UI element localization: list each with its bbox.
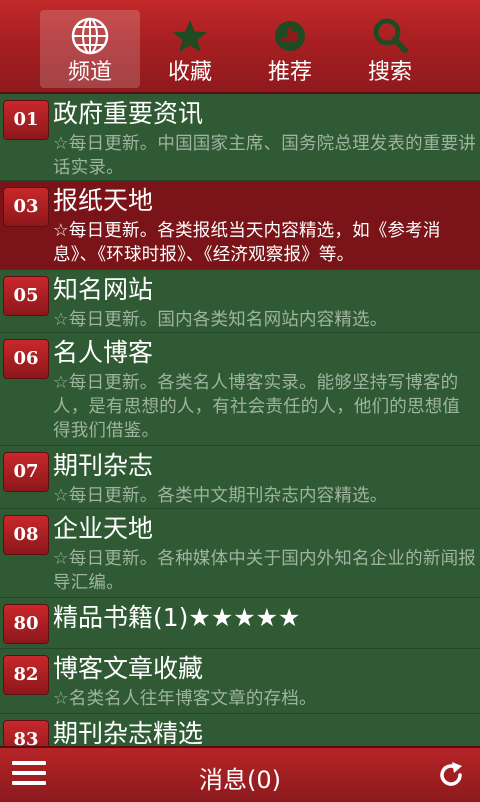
channel-number-badge: 03 [3, 187, 49, 227]
top-tab-bar: 频道 收藏 推荐 搜索 [0, 0, 480, 94]
channel-title: 期刊杂志 [53, 451, 154, 480]
bottom-bar: 消息(0) [0, 746, 480, 802]
channel-row-80[interactable]: 80 精品书籍(1)★★★★★ [0, 598, 480, 649]
channel-description: ☆每日更新。各类中文期刊杂志内容精选。 [53, 486, 388, 506]
channel-number-badge: 05 [3, 276, 49, 316]
channel-row-06[interactable]: 06 名人博客 ☆每日更新。各类名人博客实录。能够坚持写博客的人，是有思想的人，… [0, 333, 480, 446]
channel-number-badge: 06 [3, 339, 49, 379]
channel-number-badge: 80 [3, 604, 49, 644]
tab-label: 频道 [67, 60, 112, 85]
channel-title: 期刊杂志精选 [53, 719, 204, 746]
channel-list: 01 政府重要资讯 ☆每日更新。中国国家主席、国务院总理发表的重要讲话实录。 0… [0, 94, 480, 746]
channel-description: ☆每日更新。各类报纸当天内容精选，如《参考消息》、《环球时报》、《经济观察报》等… [53, 221, 441, 265]
channel-number-badge: 83 [3, 720, 49, 746]
channel-row-08[interactable]: 08 企业天地 ☆每日更新。各种媒体中关于国内外知名企业的新闻报导汇编。 [0, 509, 480, 598]
tab-label: 搜索 [367, 60, 412, 85]
refresh-icon[interactable] [436, 760, 466, 790]
channel-description: ☆每日更新。各类名人博客实录。能够坚持写博客的人，是有思想的人，有社会责任的人，… [53, 373, 461, 441]
channel-description: ☆名类名人往年博客文章的存档。 [53, 689, 317, 709]
tab-search[interactable]: 搜索 [340, 10, 440, 88]
channel-row-07[interactable]: 07 期刊杂志 ☆每日更新。各类中文期刊杂志内容精选。 [0, 446, 480, 509]
channel-title: 报纸天地 [53, 186, 154, 215]
channel-row-83[interactable]: 83 期刊杂志精选 [0, 714, 480, 746]
channel-description: ☆每日更新。各种媒体中关于国内外知名企业的新闻报导汇编。 [53, 549, 476, 593]
tab-favorites[interactable]: 收藏 [140, 10, 240, 88]
channel-number-badge: 07 [3, 452, 49, 492]
channel-row-82[interactable]: 82 博客文章收藏 ☆名类名人往年博客文章的存档。 [0, 649, 480, 714]
tab-label: 收藏 [167, 60, 212, 85]
channel-row-03[interactable]: 03 报纸天地 ☆每日更新。各类报纸当天内容精选，如《参考消息》、《环球时报》、… [0, 181, 480, 270]
search-icon [373, 18, 408, 53]
channel-title: 博客文章收藏 [53, 654, 204, 683]
channel-title: 名人博客 [53, 338, 154, 367]
channel-number-badge: 82 [3, 655, 49, 695]
tab-recommend[interactable]: 推荐 [240, 10, 340, 88]
star-icon [173, 20, 207, 52]
channel-title: 政府重要资讯 [53, 99, 204, 128]
channel-row-01[interactable]: 01 政府重要资讯 ☆每日更新。中国国家主席、国务院总理发表的重要讲话实录。 [0, 94, 480, 181]
channel-description: ☆每日更新。中国国家主席、国务院总理发表的重要讲话实录。 [53, 134, 476, 178]
messages-button[interactable]: 消息(0) [0, 760, 480, 795]
tab-label: 推荐 [267, 60, 312, 85]
channel-title: 企业天地 [53, 514, 154, 543]
recommend-icon [275, 21, 305, 51]
channel-title: 知名网站 [53, 275, 154, 304]
globe-icon [71, 17, 109, 55]
tab-channels[interactable]: 频道 [40, 10, 140, 88]
channel-number-badge: 01 [3, 100, 49, 140]
channel-title: 精品书籍(1)★★★★★ [53, 603, 301, 632]
channel-description: ☆每日更新。国内各类知名网站内容精选。 [53, 310, 388, 330]
channel-row-05[interactable]: 05 知名网站 ☆每日更新。国内各类知名网站内容精选。 [0, 270, 480, 333]
channel-number-badge: 08 [3, 515, 49, 555]
